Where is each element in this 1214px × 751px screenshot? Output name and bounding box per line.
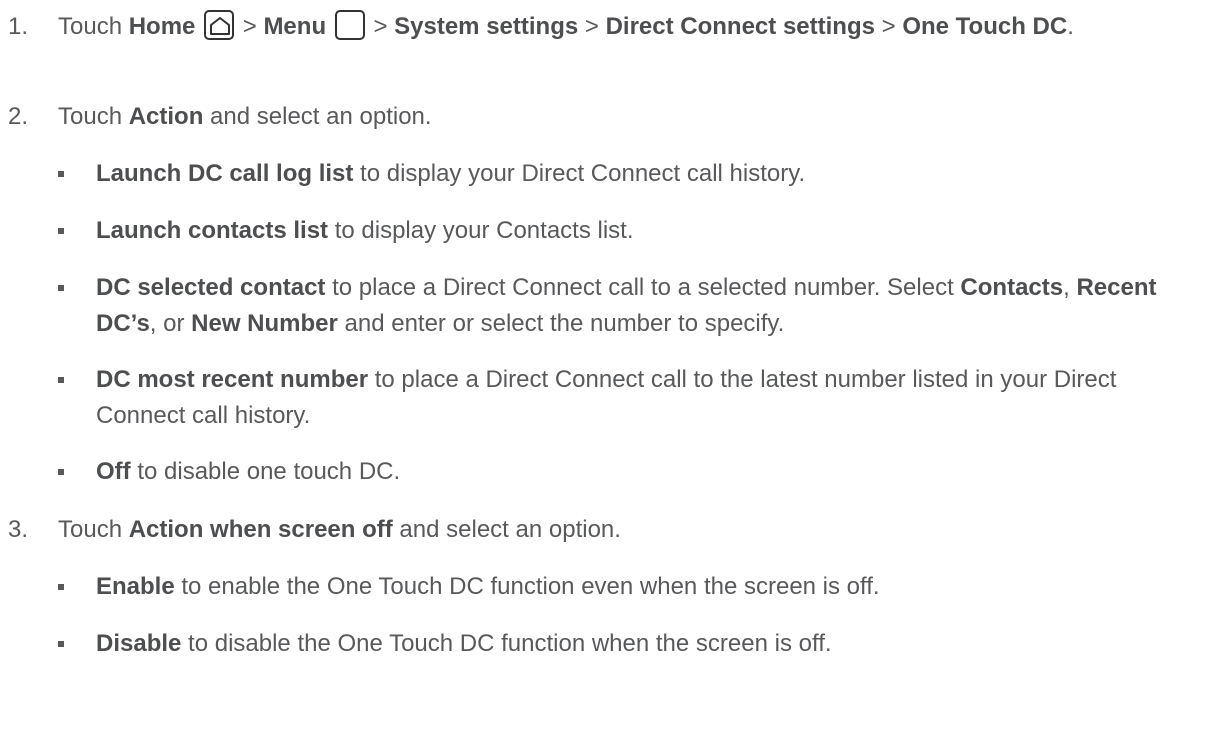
- system-settings-label: System settings: [394, 13, 579, 40]
- separator: >: [578, 13, 606, 40]
- step-number: 2.: [8, 103, 29, 130]
- home-icon: [204, 9, 235, 40]
- option-label: Launch contacts list: [96, 217, 329, 244]
- menu-label: Menu: [263, 13, 327, 40]
- new-number-label: New Number: [191, 310, 338, 337]
- option-label: Off: [96, 458, 131, 485]
- option-label: Enable: [96, 573, 175, 600]
- contacts-label: Contacts: [960, 274, 1064, 301]
- bullet-text: Launch DC call log list to display your …: [96, 156, 1204, 192]
- list-item: Launch contacts list to display your Con…: [50, 213, 1204, 249]
- bullet-marker: [58, 584, 64, 590]
- step-text-segment: Touch: [58, 13, 129, 40]
- step-3: 3. Touch Action when screen off and sele…: [8, 512, 1204, 548]
- list-item: Launch DC call log list to display your …: [50, 156, 1204, 192]
- option-description: to disable the One Touch DC function whe…: [181, 630, 832, 657]
- bullet-text: DC selected contact to place a Direct Co…: [96, 270, 1204, 342]
- bullet-marker: [58, 469, 64, 475]
- separator: >: [874, 13, 903, 40]
- instruction-document: 1. Touch Home > Menu > System settings >…: [0, 0, 1214, 751]
- bullet-marker: [58, 171, 64, 177]
- bullet-marker: [58, 641, 64, 647]
- option-label: DC selected contact: [96, 274, 326, 301]
- option-description: to place a Direct Connect call to a sele…: [325, 274, 961, 301]
- option-description: to display your Direct Connect call hist…: [353, 160, 806, 187]
- option-description: , or: [149, 310, 192, 337]
- list-item: DC selected contact to place a Direct Co…: [50, 270, 1204, 342]
- option-description: to disable one touch DC.: [130, 458, 401, 485]
- list-item: Enable to enable the One Touch DC functi…: [50, 569, 1204, 605]
- step-text-segment: Touch: [58, 103, 129, 130]
- option-description: and enter or select the number to specif…: [337, 310, 785, 337]
- bullet-text: Launch contacts list to display your Con…: [96, 213, 1204, 249]
- bullet-marker: [58, 377, 64, 383]
- step-text-segment: [326, 13, 333, 40]
- step-2: 2. Touch Action and select an option.: [8, 99, 1204, 135]
- option-label: Disable: [96, 630, 182, 657]
- bullet-text: Enable to enable the One Touch DC functi…: [96, 569, 1204, 605]
- step-text-segment: and select an option.: [203, 103, 432, 130]
- home-label: Home: [128, 13, 196, 40]
- option-description: to enable the One Touch DC function even…: [174, 573, 880, 600]
- option-description: ,: [1063, 274, 1077, 301]
- bullet-text: Off to disable one touch DC.: [96, 454, 1204, 490]
- menu-icon: [334, 9, 365, 40]
- one-touch-dc-label: One Touch DC: [902, 13, 1068, 40]
- step-text-segment: and select an option.: [392, 516, 621, 543]
- step-text: Touch Home > Menu > System settings > Di…: [58, 9, 1204, 45]
- option-description: to display your Contacts list.: [328, 217, 634, 244]
- action-when-screen-off-label: Action when screen off: [128, 516, 393, 543]
- action-label: Action: [128, 103, 204, 130]
- step-number: 3.: [8, 516, 29, 543]
- step-text: Touch Action and select an option.: [58, 99, 1204, 135]
- step-1: 1. Touch Home > Menu > System settings >…: [8, 9, 1204, 45]
- direct-connect-settings-label: Direct Connect settings: [605, 13, 875, 40]
- step-text-segment: .: [1067, 13, 1074, 40]
- separator: >: [366, 13, 395, 40]
- bullet-marker: [58, 228, 64, 234]
- step-text: Touch Action when screen off and select …: [58, 512, 1204, 548]
- bullet-marker: [58, 285, 64, 291]
- step-text-segment: [195, 13, 202, 40]
- list-item: Off to disable one touch DC.: [50, 454, 1204, 490]
- separator: >: [236, 13, 264, 40]
- list-item: DC most recent number to place a Direct …: [50, 362, 1204, 434]
- bullet-text: DC most recent number to place a Direct …: [96, 362, 1204, 434]
- list-item: Disable to disable the One Touch DC func…: [50, 626, 1204, 662]
- option-label: Launch DC call log list: [96, 160, 354, 187]
- step-number: 1.: [8, 13, 29, 40]
- bullet-text: Disable to disable the One Touch DC func…: [96, 626, 1204, 662]
- option-label: DC most recent number: [96, 366, 369, 393]
- step-text-segment: Touch: [58, 516, 129, 543]
